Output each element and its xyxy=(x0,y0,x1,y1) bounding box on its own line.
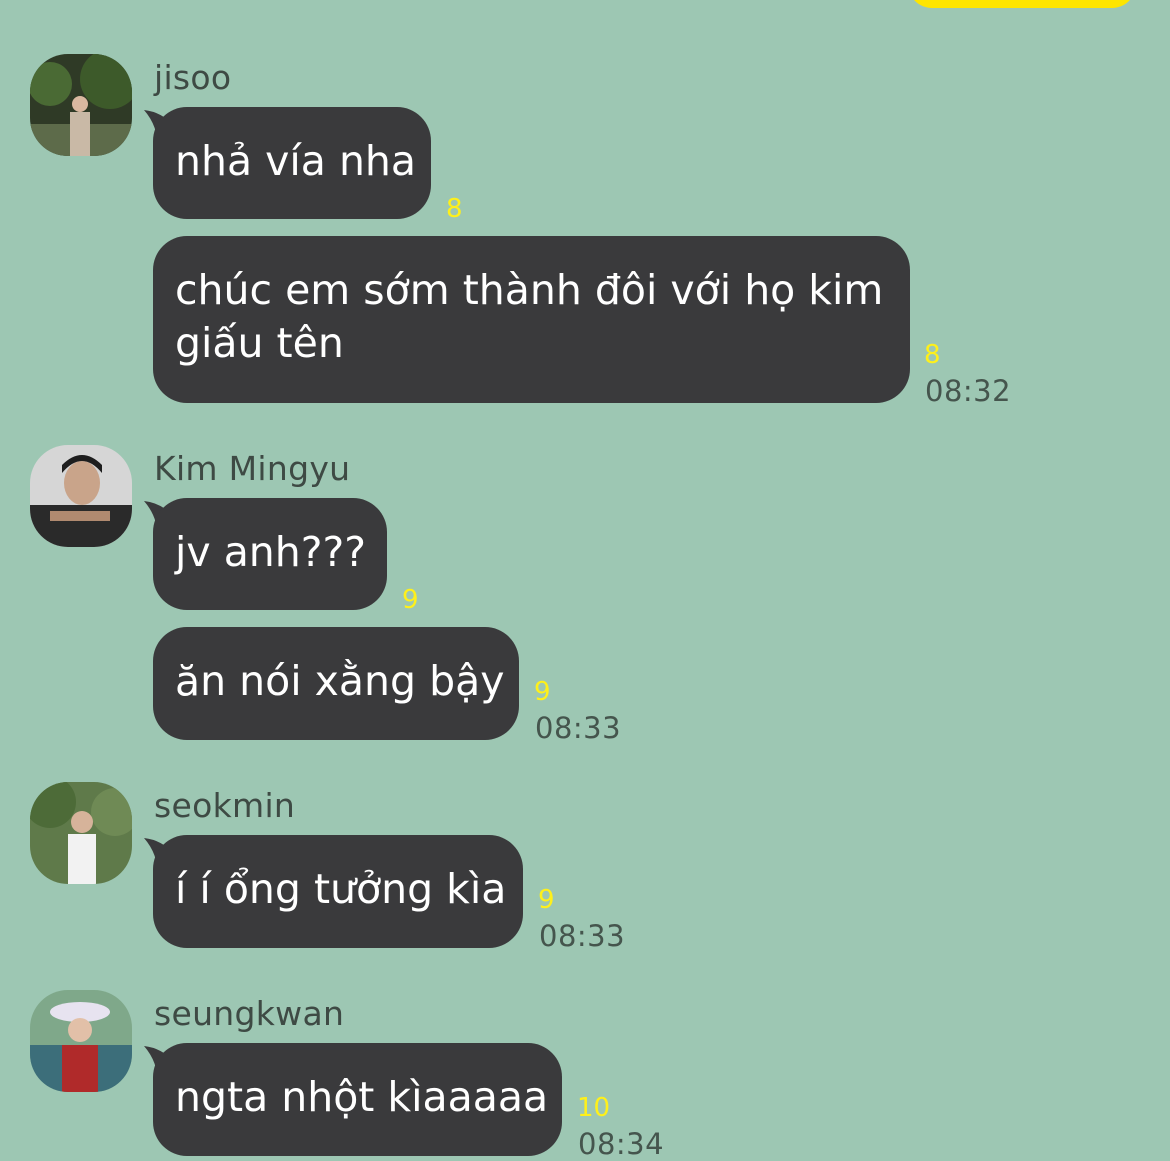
message-bubble[interactable]: jv anh??? xyxy=(153,498,387,610)
own-message-bubble[interactable] xyxy=(908,0,1136,8)
avatar-kim-mingyu[interactable] xyxy=(30,445,132,547)
unread-count: 9 xyxy=(538,885,555,915)
unread-count: 9 xyxy=(534,677,551,707)
avatar-seokmin[interactable] xyxy=(30,782,132,884)
avatar-seungkwan[interactable] xyxy=(30,990,132,1092)
sender-name: seokmin xyxy=(154,786,296,825)
unread-count: 8 xyxy=(924,340,941,370)
message-bubble[interactable]: nhả vía nha xyxy=(153,107,431,219)
message-bubble[interactable]: ăn nói xằng bậy xyxy=(153,627,519,740)
message-bubble[interactable]: ngta nhột kìaaaaa xyxy=(153,1043,562,1156)
message-timestamp: 08:34 xyxy=(578,1127,665,1161)
message-timestamp: 08:33 xyxy=(535,711,622,745)
sender-name: Kim Mingyu xyxy=(154,449,351,488)
avatar-jisoo[interactable] xyxy=(30,54,132,156)
message-bubble[interactable]: í í ổng tưởng kìa xyxy=(153,835,523,948)
message-timestamp: 08:33 xyxy=(539,919,626,953)
sender-name: seungkwan xyxy=(154,994,345,1033)
message-timestamp: 08:32 xyxy=(925,374,1012,408)
unread-count: 8 xyxy=(446,194,463,224)
unread-count: 9 xyxy=(402,585,419,615)
message-bubble[interactable]: chúc em sớm thành đôi với họ kim giấu tê… xyxy=(153,236,910,403)
sender-name: jisoo xyxy=(154,58,232,97)
unread-count: 10 xyxy=(577,1093,611,1123)
